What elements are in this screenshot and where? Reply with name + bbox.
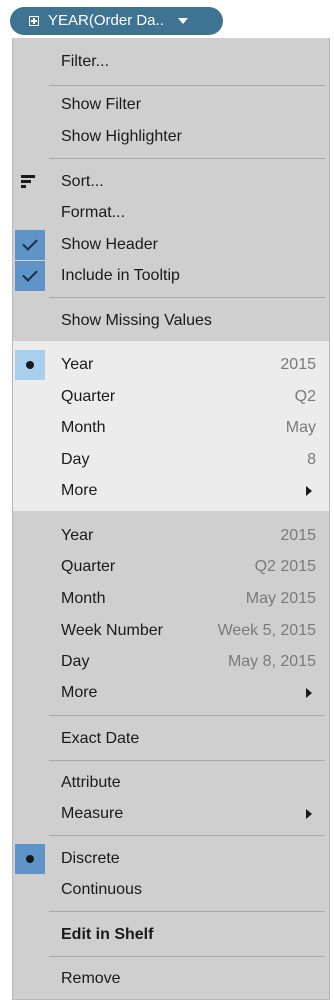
menu-item-label: Week Number bbox=[61, 622, 163, 639]
menu-item-label: Filter... bbox=[61, 53, 110, 70]
menu-item-date-value-month[interactable]: Month May 2015 bbox=[13, 584, 329, 614]
menu-separator bbox=[49, 85, 325, 86]
menu-item-label: Day bbox=[61, 451, 90, 468]
menu-item-include-in-tooltip[interactable]: Include in Tooltip bbox=[13, 261, 329, 291]
menu-separator bbox=[49, 715, 325, 716]
menu-item-value: Week 5, 2015 bbox=[217, 622, 316, 639]
menu-item-edit-in-shelf[interactable]: Edit in Shelf bbox=[13, 920, 329, 950]
checkmark-icon bbox=[22, 235, 38, 251]
context-menu: Filter... Show Filter Show Highlighter S… bbox=[12, 38, 330, 1000]
menu-item-date-part-quarter[interactable]: Quarter Q2 bbox=[13, 382, 329, 412]
menu-item-date-part-year[interactable]: Year 2015 bbox=[13, 350, 329, 380]
selected-indicator bbox=[15, 844, 45, 874]
menu-item-show-missing-values[interactable]: Show Missing Values bbox=[13, 306, 329, 336]
menu-item-sort[interactable]: Sort... bbox=[13, 167, 329, 197]
radio-dot-icon bbox=[26, 855, 34, 863]
menu-separator bbox=[49, 158, 325, 159]
menu-item-value: May 8, 2015 bbox=[227, 653, 316, 670]
menu-item-value: May 2015 bbox=[245, 590, 316, 607]
menu-separator bbox=[49, 911, 325, 912]
menu-item-value: Q2 bbox=[294, 388, 316, 405]
menu-item-continuous[interactable]: Continuous bbox=[13, 875, 329, 905]
menu-item-label: Discrete bbox=[61, 850, 120, 867]
submenu-arrow-icon bbox=[306, 688, 312, 698]
menu-separator bbox=[49, 297, 325, 298]
menu-item-label: Year bbox=[61, 356, 94, 373]
radio-dot-icon bbox=[26, 361, 34, 369]
menu-item-label: Show Header bbox=[61, 236, 158, 253]
menu-item-date-value-year[interactable]: Year 2015 bbox=[13, 521, 329, 551]
menu-item-label: Show Missing Values bbox=[61, 312, 212, 329]
menu-separator bbox=[49, 835, 325, 836]
menu-item-label: Remove bbox=[61, 970, 121, 987]
menu-item-label: Month bbox=[61, 590, 106, 607]
menu-item-value: 2015 bbox=[280, 527, 316, 544]
menu-item-measure[interactable]: Measure bbox=[13, 799, 329, 829]
menu-item-show-highlighter[interactable]: Show Highlighter bbox=[13, 122, 329, 152]
menu-item-label: Measure bbox=[61, 805, 124, 822]
menu-item-exact-date[interactable]: Exact Date bbox=[13, 724, 329, 754]
menu-item-date-part-more[interactable]: More bbox=[13, 476, 329, 506]
menu-item-attribute[interactable]: Attribute bbox=[13, 768, 329, 798]
menu-item-date-value-more[interactable]: More bbox=[13, 678, 329, 708]
menu-separator bbox=[49, 760, 325, 761]
checkmark-icon bbox=[22, 266, 38, 282]
menu-item-label: Quarter bbox=[61, 558, 116, 575]
menu-item-label: Include in Tooltip bbox=[61, 267, 180, 284]
date-pill[interactable]: YEAR(Order Da.. bbox=[10, 7, 223, 35]
date-pill-label: YEAR(Order Da.. bbox=[48, 12, 164, 29]
menu-item-label: Exact Date bbox=[61, 730, 140, 747]
menu-item-value: 2015 bbox=[280, 356, 316, 373]
submenu-arrow-icon bbox=[306, 809, 312, 819]
menu-item-label: More bbox=[61, 482, 98, 499]
menu-item-value: 8 bbox=[307, 451, 316, 468]
menu-item-discrete[interactable]: Discrete bbox=[13, 844, 329, 874]
menu-item-remove[interactable]: Remove bbox=[13, 964, 329, 994]
menu-item-label: Show Filter bbox=[61, 96, 142, 113]
menu-item-value: May bbox=[285, 419, 316, 436]
checked-indicator bbox=[15, 261, 45, 291]
checked-indicator bbox=[15, 230, 45, 260]
menu-item-date-value-week-number[interactable]: Week Number Week 5, 2015 bbox=[13, 616, 329, 646]
menu-item-label: More bbox=[61, 684, 98, 701]
menu-item-label: Format... bbox=[61, 204, 126, 221]
menu-item-label: Attribute bbox=[61, 774, 121, 791]
menu-item-label: Year bbox=[61, 527, 94, 544]
menu-item-label: Quarter bbox=[61, 388, 116, 405]
menu-item-label: Day bbox=[61, 653, 90, 670]
caret-down-icon[interactable] bbox=[177, 18, 188, 24]
menu-item-format[interactable]: Format... bbox=[13, 198, 329, 228]
menu-item-label: Sort... bbox=[61, 173, 104, 190]
plus-box-icon[interactable] bbox=[29, 16, 39, 26]
menu-item-date-part-day[interactable]: Day 8 bbox=[13, 445, 329, 475]
sort-icon bbox=[21, 175, 37, 189]
menu-item-label: Edit in Shelf bbox=[61, 926, 154, 943]
menu-item-date-value-day[interactable]: Day May 8, 2015 bbox=[13, 647, 329, 677]
menu-item-label: Month bbox=[61, 419, 106, 436]
menu-item-filter[interactable]: Filter... bbox=[13, 47, 329, 77]
submenu-arrow-icon bbox=[306, 486, 312, 496]
menu-item-date-value-quarter[interactable]: Quarter Q2 2015 bbox=[13, 552, 329, 582]
menu-separator bbox=[49, 956, 325, 957]
menu-item-label: Show Highlighter bbox=[61, 128, 182, 145]
selected-indicator bbox=[15, 350, 45, 380]
menu-item-value: Q2 2015 bbox=[254, 558, 316, 575]
menu-item-date-part-month[interactable]: Month May bbox=[13, 413, 329, 443]
menu-item-show-header[interactable]: Show Header bbox=[13, 230, 329, 260]
menu-item-label: Continuous bbox=[61, 881, 142, 898]
menu-item-show-filter[interactable]: Show Filter bbox=[13, 90, 329, 120]
